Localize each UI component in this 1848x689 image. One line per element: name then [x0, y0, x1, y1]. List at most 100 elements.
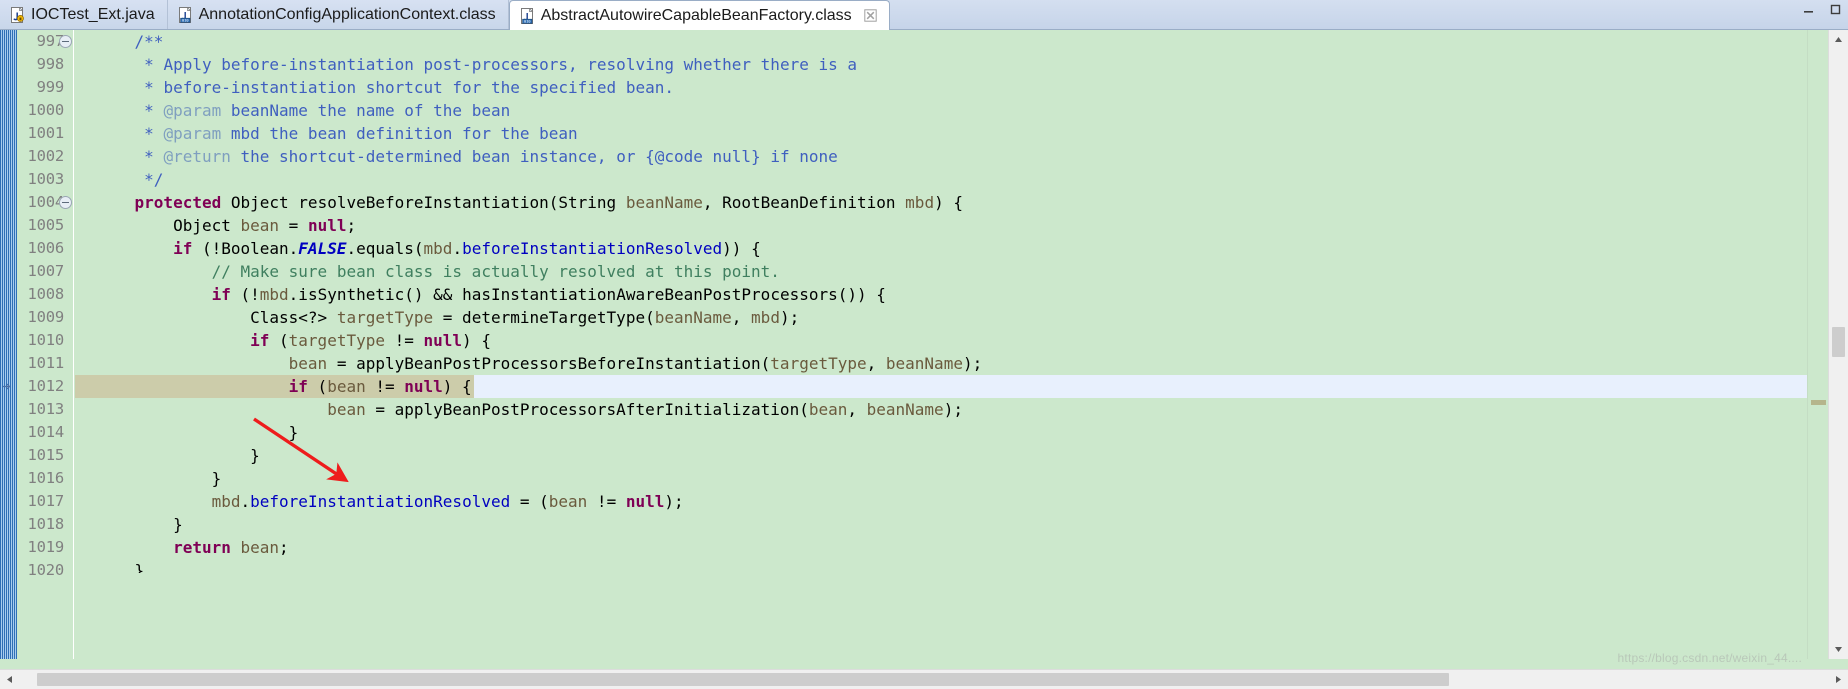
- code-line-text: */: [75, 168, 163, 191]
- code-fold-collapse-icon[interactable]: [59, 35, 72, 48]
- code-token: = (: [510, 492, 549, 511]
- code-line[interactable]: Class<?> targetType = determineTargetTyp…: [75, 306, 1807, 329]
- vertical-scrollbar[interactable]: [1828, 30, 1848, 659]
- code-token: /**: [134, 32, 164, 51]
- code-token: bean: [240, 538, 280, 557]
- code-token: =: [279, 216, 308, 235]
- scroll-down-arrow-icon[interactable]: [1829, 640, 1848, 659]
- horizontal-scrollbar-thumb[interactable]: [37, 673, 1449, 686]
- close-tab-button[interactable]: [858, 9, 877, 22]
- code-token: }: [96, 469, 222, 488]
- code-token: FALSE: [298, 239, 347, 258]
- code-line-text: mbd.beforeInstantiationResolved = (bean …: [75, 490, 684, 513]
- code-token: !=: [587, 492, 626, 511]
- code-line[interactable]: /**: [75, 30, 1807, 53]
- svg-text:010: 010: [524, 19, 531, 23]
- scroll-right-arrow-icon[interactable]: [1829, 670, 1848, 689]
- line-number-ruler[interactable]: 997 998 999 1000 1001 1002 1003 1004 1005 1006 100…: [17, 30, 74, 659]
- line-number: 1013: [27, 400, 64, 418]
- code-line[interactable]: * before-instantiation shortcut for the …: [75, 76, 1807, 99]
- code-token: .: [452, 239, 463, 258]
- code-token: Class<?>: [96, 308, 337, 327]
- code-line[interactable]: if (targetType != null) {: [75, 329, 1807, 352]
- code-token: }: [96, 423, 299, 442]
- source-editor[interactable]: 997 998 999 1000 1001 1002 1003 1004 1005 1006 100…: [0, 30, 1848, 689]
- code-line-text: }: [75, 444, 260, 467]
- code-line[interactable]: * @return the shortcut-determined bean i…: [75, 145, 1807, 168]
- code-token: null: [423, 331, 463, 350]
- code-fold-collapse-icon[interactable]: [59, 196, 72, 209]
- code-line[interactable]: // Make sure bean class is actually reso…: [75, 260, 1807, 283]
- code-token: ) {: [934, 193, 963, 212]
- code-line[interactable]: }: [75, 559, 1807, 573]
- editor-tab-0[interactable]: IOCTest_Ext.java: [0, 0, 168, 29]
- line-number: 1014: [27, 423, 64, 441]
- code-line-text: /**: [75, 30, 164, 53]
- code-line[interactable]: mbd.beforeInstantiationResolved = (bean …: [75, 490, 1807, 513]
- scroll-left-arrow-icon[interactable]: [0, 670, 19, 689]
- code-line-current[interactable]: if (bean != null) {: [75, 375, 1807, 398]
- code-token: null: [625, 492, 665, 511]
- code-token: before-instantiation shortcut for the sp…: [163, 78, 674, 97]
- line-number: 1015: [27, 446, 64, 464]
- code-token: bean: [548, 492, 588, 511]
- line-number: 1020: [27, 561, 64, 579]
- code-line[interactable]: if (!mbd.isSynthetic() && hasInstantiati…: [75, 283, 1807, 306]
- code-token: protected: [134, 193, 222, 212]
- window-controls: [1800, 2, 1844, 17]
- code-token: @param: [163, 101, 222, 120]
- code-line[interactable]: }: [75, 444, 1807, 467]
- code-line-text: if (bean != null) {: [75, 375, 472, 398]
- code-line[interactable]: }: [75, 513, 1807, 536]
- code-token: ) {: [462, 331, 491, 350]
- code-line-text: Class<?> targetType = determineTargetTyp…: [75, 306, 799, 329]
- code-line[interactable]: }: [75, 421, 1807, 444]
- cursor-position-marker: [2, 381, 15, 393]
- code-line-text: protected Object resolveBeforeInstantiat…: [75, 191, 963, 214]
- tab-list: IOCTest_Ext.java 010 AnnotationConfigAppli…: [0, 0, 890, 30]
- close-tab-icon: [863, 9, 877, 22]
- code-line[interactable]: * @param mbd the bean definition for the…: [75, 122, 1807, 145]
- code-token: );: [779, 308, 800, 327]
- code-token: return: [173, 538, 231, 557]
- code-token: beforeInstantiationResolved: [462, 239, 723, 258]
- java-class-file-icon: 010: [520, 7, 534, 24]
- code-token: }: [96, 561, 145, 573]
- code-line[interactable]: protected Object resolveBeforeInstantiat…: [75, 191, 1807, 214]
- code-token: , RootBeanDefinition: [702, 193, 906, 212]
- vertical-scrollbar-thumb[interactable]: [1832, 327, 1845, 357]
- code-line[interactable]: bean = applyBeanPostProcessorsBeforeInst…: [75, 352, 1807, 375]
- line-number: 1004: [16, 191, 72, 214]
- code-token: */: [96, 170, 164, 189]
- code-line[interactable]: }: [75, 467, 1807, 490]
- minimize-button[interactable]: [1800, 2, 1817, 17]
- code-text-area[interactable]: /** * Apply before-instantiation post-pr…: [75, 30, 1807, 659]
- code-line[interactable]: bean = applyBeanPostProcessorsAfterIniti…: [75, 398, 1807, 421]
- line-number: 1018: [27, 515, 64, 533]
- code-token: mbd: [259, 285, 289, 304]
- line-number: 1001: [27, 124, 64, 142]
- code-line[interactable]: Object bean = null;: [75, 214, 1807, 237]
- code-line[interactable]: * @param beanName the name of the bean: [75, 99, 1807, 122]
- code-token: if: [250, 331, 270, 350]
- code-token: if: [173, 239, 193, 258]
- code-line[interactable]: */: [75, 168, 1807, 191]
- maximize-button[interactable]: [1827, 2, 1844, 17]
- editor-tab-1[interactable]: 010 AnnotationConfigApplicationContext.cl…: [167, 0, 509, 29]
- editor-tab-label: AnnotationConfigApplicationContext.class: [198, 5, 496, 23]
- overview-ruler[interactable]: [1807, 30, 1828, 659]
- code-line[interactable]: if (!Boolean.FALSE.equals(mbd.beforeInst…: [75, 237, 1807, 260]
- scroll-up-arrow-icon[interactable]: [1829, 30, 1848, 49]
- code-token: // Make sure bean class is actually reso…: [211, 262, 780, 281]
- editor-tab-2[interactable]: 010 AbstractAutowireCapableBeanFactory.cl…: [508, 0, 890, 30]
- horizontal-scrollbar[interactable]: [0, 669, 1848, 689]
- code-line[interactable]: return bean;: [75, 536, 1807, 559]
- code-line[interactable]: * Apply before-instantiation post-proces…: [75, 53, 1807, 76]
